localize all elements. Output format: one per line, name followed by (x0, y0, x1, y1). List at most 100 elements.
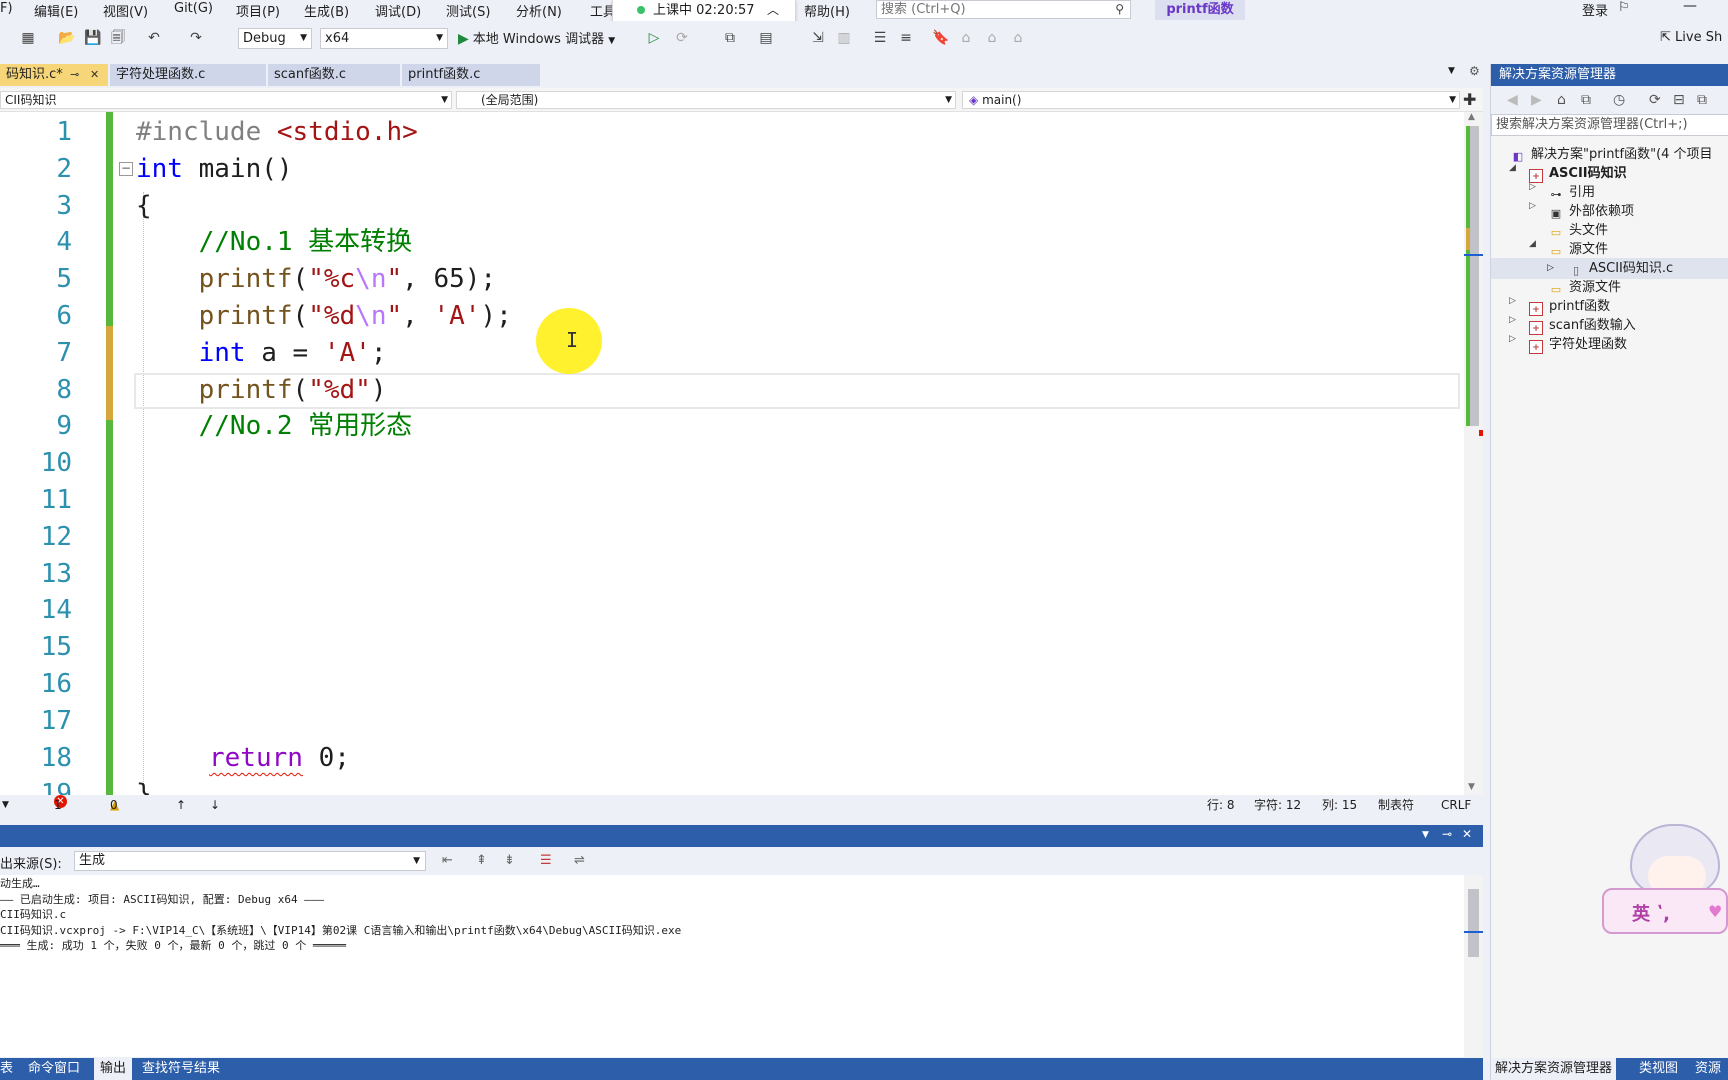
refresh-icon[interactable]: ⟳ (1649, 92, 1661, 108)
code-editor[interactable]: 1 2 3 4 5 6 7 8 9 10 11 12 13 14 15 16 1… (0, 112, 1483, 795)
open-folder-icon[interactable]: 📂 (58, 30, 75, 46)
forward-icon[interactable]: ▶ (1531, 92, 1542, 108)
tree-project-scanf[interactable]: + scanf函数输入 (1529, 315, 1636, 336)
menu-debug[interactable]: 调试(D) (375, 1, 421, 20)
menu-edit[interactable]: 编辑(E) (34, 1, 78, 20)
collapse-icon[interactable]: − (119, 162, 133, 176)
tree-project-ascii[interactable]: + ASCII码知识 (1529, 163, 1627, 184)
login-link[interactable]: 登录 (1582, 0, 1608, 19)
indent-icon[interactable]: ☰ (872, 30, 888, 46)
start-without-debug-icon[interactable]: ▷ (646, 30, 662, 46)
clear-all-icon[interactable]: ☰ (540, 853, 552, 868)
editor-scrollbar[interactable]: ▲ ▼ (1464, 112, 1483, 795)
solution-search-input[interactable]: 搜索解决方案资源管理器(Ctrl+;) (1491, 114, 1728, 136)
collapsed-icon[interactable]: ▷ (1529, 182, 1536, 192)
tree-header-files[interactable]: ▭ 头文件 (1549, 220, 1608, 241)
show-all-files-icon[interactable]: ⧉ (1697, 92, 1707, 108)
dropdown-icon[interactable]: ▼ (1422, 830, 1429, 840)
menu-file[interactable]: F) (0, 1, 13, 16)
tab-scanf-c[interactable]: scanf函数.c (268, 64, 400, 86)
scope-select[interactable]: (全局范围) ▼ (456, 91, 956, 109)
word-wrap-icon[interactable]: ⇌ (574, 853, 585, 868)
start-debugging-button[interactable]: ▶ 本地 Windows 调试器 ▼ (458, 29, 615, 49)
global-search[interactable]: ⚲ (876, 0, 1131, 19)
output-body[interactable]: 动生成… —— 已启动生成: 项目: ASCII码知识, 配置: Debug x… (0, 875, 1483, 1057)
search-input[interactable] (877, 1, 1097, 18)
next-message-icon[interactable]: ⇟ (504, 853, 515, 868)
expanded-icon[interactable]: ◢ (1509, 163, 1516, 173)
tree-project-char[interactable]: + 字符处理函数 (1529, 334, 1627, 355)
home-icon[interactable]: ⌂ (1557, 92, 1566, 108)
switch-views-icon[interactable]: ⧉ (1581, 92, 1591, 108)
chevron-up-icon[interactable]: ︿ (767, 0, 779, 20)
next-bookmark-icon[interactable]: ⌂ (984, 30, 1000, 46)
hot-reload-icon[interactable]: ⟳ (674, 30, 690, 46)
tree-project-printf[interactable]: + printf函数 (1529, 296, 1610, 317)
platform-select[interactable]: x64 ▼ (320, 28, 448, 49)
tree-resource-files[interactable]: ▭ 资源文件 (1549, 277, 1621, 298)
tab-solution-explorer[interactable]: 解决方案资源管理器 (1491, 1058, 1617, 1080)
menu-view[interactable]: 视图(V) (103, 1, 148, 20)
live-share-button[interactable]: ⇱ Live Sh (1660, 30, 1722, 45)
tree-external-deps[interactable]: ▣ 外部依赖项 (1549, 201, 1634, 222)
output-source-select[interactable]: 生成 ▼ (74, 851, 426, 871)
split-add-icon[interactable]: ✚ (1463, 90, 1476, 109)
prev-issue-icon[interactable]: ↑ (176, 795, 186, 815)
prev-message-icon[interactable]: ⇞ (476, 853, 487, 868)
gear-icon[interactable]: ⚙ (1469, 64, 1480, 78)
tab-find-symbol[interactable]: 查找符号结果 (142, 1058, 220, 1080)
scroll-down-icon[interactable]: ▼ (1468, 782, 1475, 792)
new-project-icon[interactable]: ▦ (20, 30, 36, 46)
undo-icon[interactable]: ↶ (146, 30, 162, 46)
chevron-down-icon[interactable]: ▼ (608, 36, 615, 46)
collapse-all-icon[interactable]: ⊟ (1673, 92, 1685, 108)
save-all-icon[interactable]: 🗐 (110, 30, 126, 46)
collapsed-icon[interactable]: ▷ (1509, 296, 1516, 306)
account-icon[interactable]: ⚐ (1618, 0, 1630, 15)
redo-icon[interactable]: ↷ (188, 30, 204, 46)
pin-icon[interactable]: ⊸ (1442, 827, 1452, 841)
menu-git[interactable]: Git(G) (174, 1, 213, 16)
pin-icon[interactable]: ⊸ (70, 64, 79, 86)
menu-analyze[interactable]: 分析(N) (516, 1, 562, 20)
menu-build[interactable]: 生成(B) (304, 1, 349, 20)
collapsed-icon[interactable]: ▷ (1529, 201, 1536, 211)
tab-output[interactable]: 输出 (94, 1058, 133, 1080)
tab-indicator[interactable]: 制表符 (1378, 795, 1414, 815)
eol-indicator[interactable]: CRLF (1441, 795, 1471, 815)
tab-class-view[interactable]: 类视图 (1639, 1058, 1678, 1080)
debug-location-icon[interactable]: ▥ (836, 30, 852, 46)
comment-icon[interactable]: ≡ (898, 30, 914, 46)
config-select[interactable]: Debug ▼ (238, 28, 312, 49)
tab-command-window[interactable]: 命令窗口 (28, 1058, 80, 1080)
project-select[interactable]: CII码知识 ▼ (0, 91, 452, 109)
pending-changes-icon[interactable]: ◷ (1613, 92, 1625, 108)
next-issue-icon[interactable]: ↓ (210, 795, 220, 815)
collapsed-icon[interactable]: ▷ (1509, 315, 1516, 325)
menu-test[interactable]: 测试(S) (446, 1, 490, 20)
tree-references[interactable]: ⊶ 引用 (1549, 182, 1596, 203)
tab-printf-c[interactable]: printf函数.c (402, 64, 540, 86)
close-icon[interactable]: ✕ (90, 64, 99, 86)
tab-ascii-c[interactable]: 码知识.c* ⊸ ✕ (0, 64, 108, 86)
tab-char-func-c[interactable]: 字符处理函数.c (110, 64, 266, 86)
step-icon[interactable]: ⇲ (810, 30, 826, 46)
close-icon[interactable]: ✕ (1462, 827, 1472, 841)
prev-bookmark-icon[interactable]: ⌂ (958, 30, 974, 46)
tab-overflow-icon[interactable]: ▼ (1448, 66, 1455, 76)
output-scrollbar[interactable] (1464, 875, 1483, 1057)
scrollbar-thumb[interactable] (1468, 889, 1479, 957)
tab-error-list[interactable]: 表 (0, 1058, 13, 1080)
clear-bookmarks-icon[interactable]: ⌂ (1010, 30, 1026, 46)
tab-resource-view[interactable]: 资源 (1695, 1058, 1721, 1080)
zoom-dropdown-icon[interactable]: ▼ (2, 795, 9, 815)
member-select[interactable]: ◈ main() ▼ (962, 91, 1460, 109)
find-message-icon[interactable]: ⇤ (442, 853, 453, 868)
save-icon[interactable]: 💾 (84, 30, 101, 46)
tree-source-files[interactable]: ▭ 源文件 (1549, 239, 1608, 260)
tree-solution[interactable]: ◧ 解决方案"printf函数"(4 个项目 (1511, 144, 1713, 165)
browse-icon[interactable]: ⧉ (722, 30, 738, 46)
collapsed-icon[interactable]: ▷ (1509, 334, 1516, 344)
expanded-icon[interactable]: ◢ (1529, 239, 1536, 249)
menu-help[interactable]: 帮助(H) (804, 1, 850, 20)
